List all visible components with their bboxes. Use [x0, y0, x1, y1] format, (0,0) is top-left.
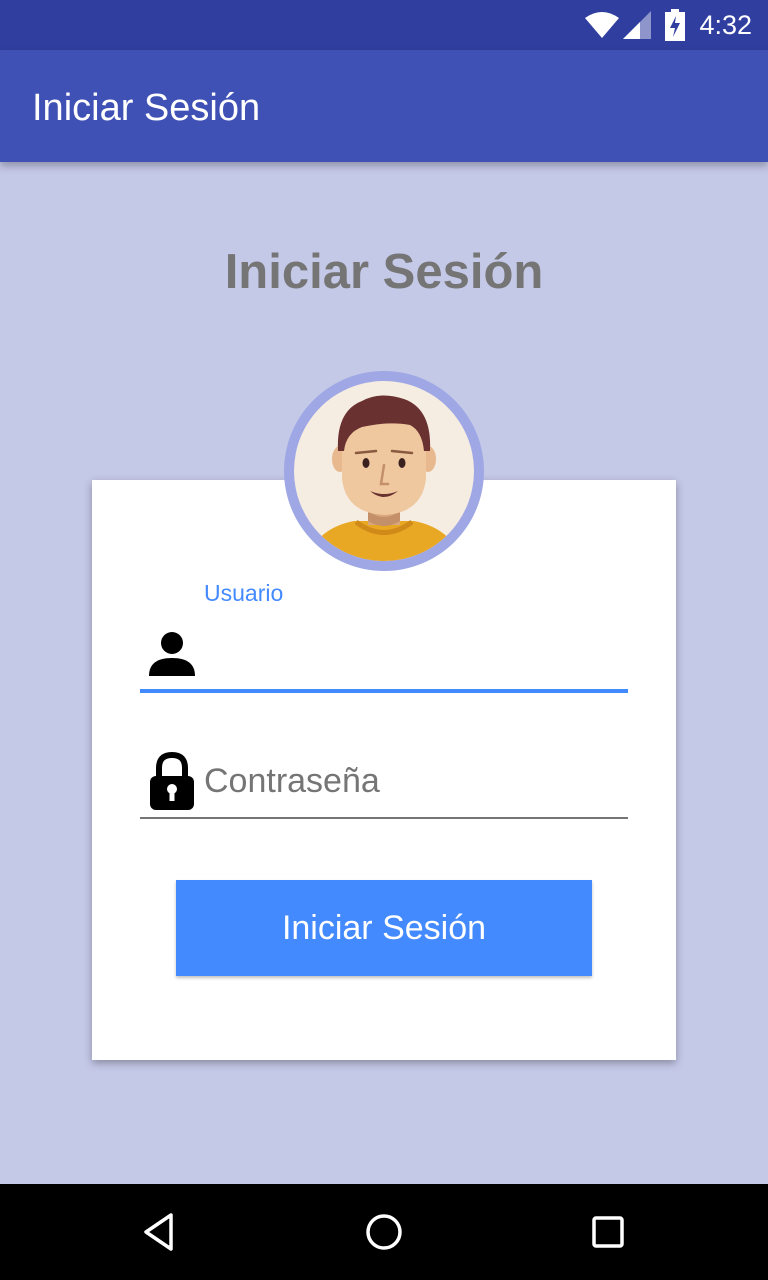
password-underline — [140, 817, 628, 819]
navigation-bar — [0, 1184, 768, 1280]
back-icon — [144, 1213, 173, 1251]
battery-charging-icon — [665, 9, 686, 41]
username-label: Usuario — [204, 580, 284, 606]
username-input[interactable] — [204, 630, 624, 680]
recents-button[interactable] — [560, 1184, 656, 1280]
app-bar: Iniciar Sesión — [0, 50, 768, 162]
status-time: 4:32 — [699, 9, 752, 40]
status-bar: 4:32 — [0, 0, 768, 50]
page-heading: Iniciar Sesión — [224, 245, 544, 299]
wifi-icon — [585, 12, 620, 38]
recents-icon — [592, 1216, 624, 1248]
home-icon — [366, 1214, 402, 1250]
status-icons: 4:32 — [585, 0, 752, 50]
login-button[interactable]: Iniciar Sesión — [176, 880, 592, 976]
back-button[interactable] — [112, 1184, 208, 1280]
home-button[interactable] — [336, 1184, 432, 1280]
username-underline — [140, 689, 628, 693]
lock-icon — [150, 752, 194, 810]
cell-signal-icon — [623, 11, 652, 39]
app-bar-title: Iniciar Sesión — [32, 87, 261, 129]
avatar — [284, 371, 484, 571]
password-input[interactable] — [204, 756, 624, 806]
person-icon — [149, 632, 195, 676]
